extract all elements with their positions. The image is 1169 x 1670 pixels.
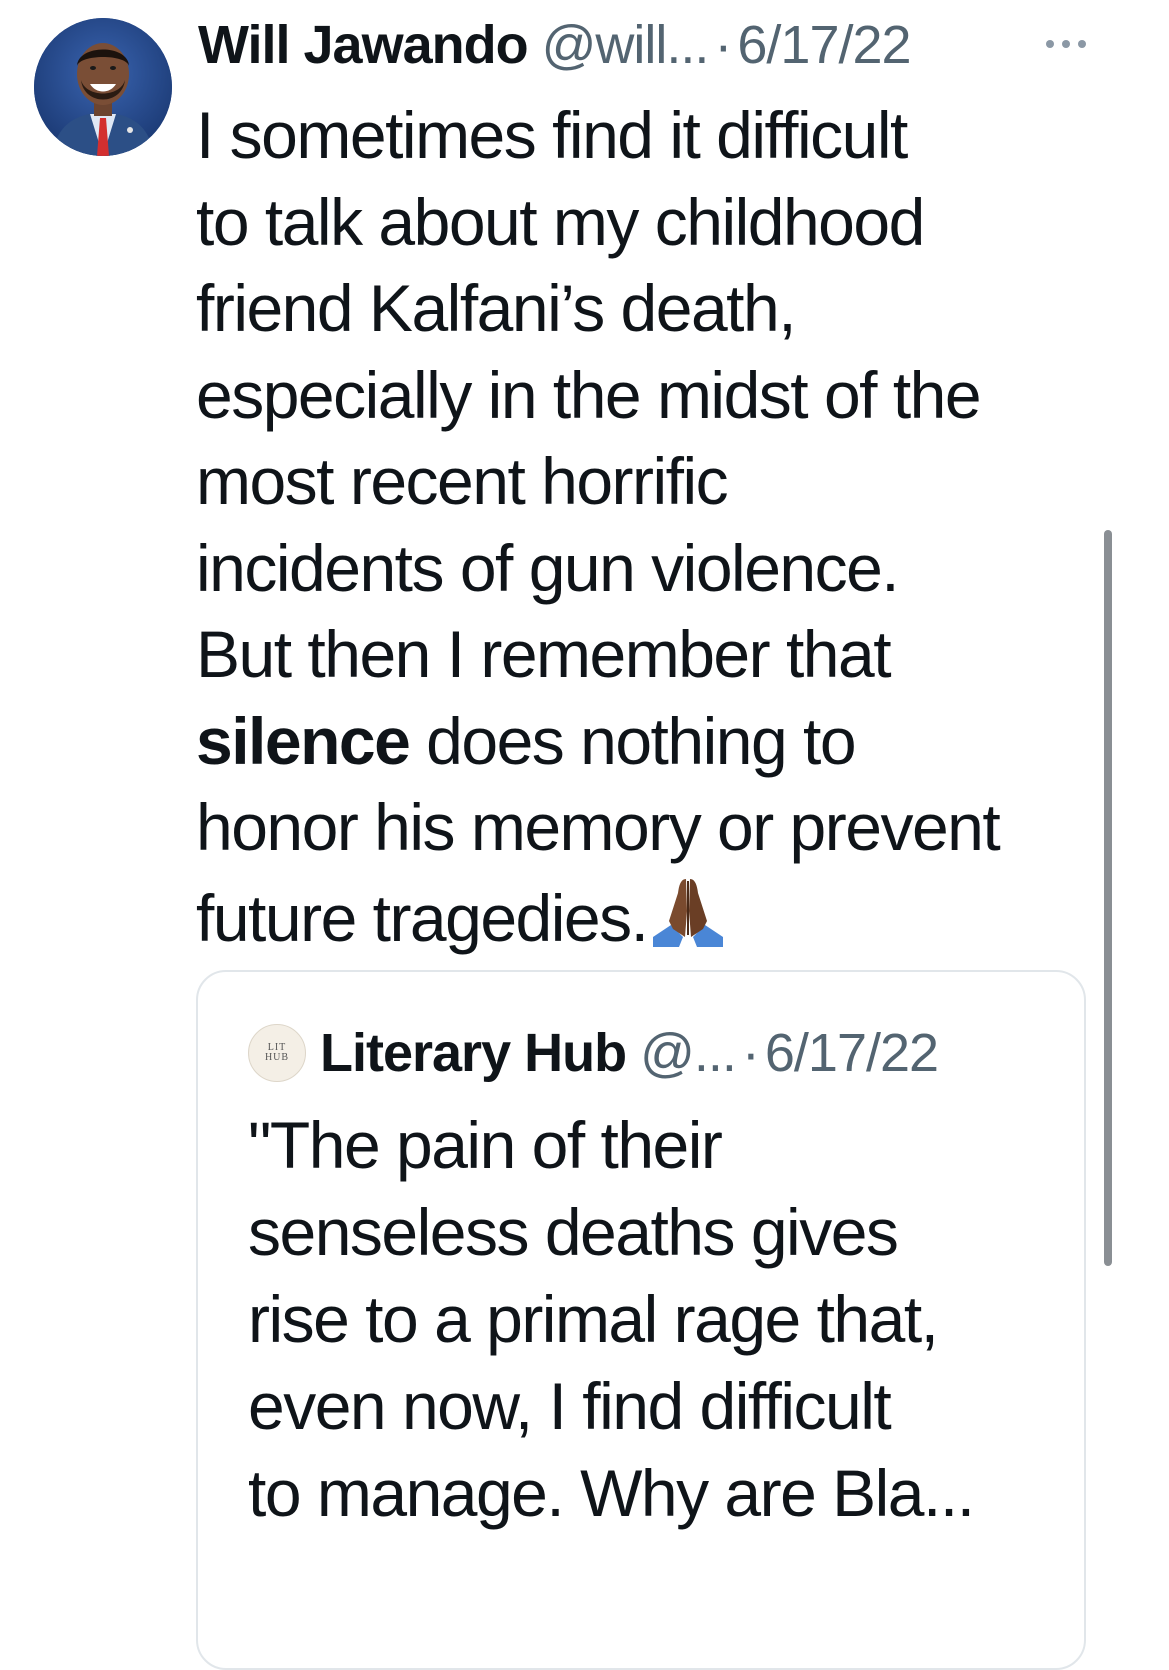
quoted-author-name[interactable]: Literary Hub (320, 1022, 627, 1084)
tweet-text-line: I sometimes find it difficult (196, 98, 908, 172)
quoted-text-line: "The pain of their (248, 1108, 723, 1182)
tweet-date[interactable]: 6/17/22 (737, 10, 911, 80)
tweet-text-fragment: future tragedies. (196, 880, 649, 955)
quoted-text-line: even now, I find difficult (248, 1369, 892, 1443)
separator-dot: · (741, 1023, 760, 1083)
tweet-text-line: to talk about my childhood (196, 184, 925, 259)
author-name[interactable]: Will Jawando (198, 10, 529, 80)
tweet-header: Will Jawando @will... · 6/17/22 (198, 10, 912, 80)
quoted-text-line: to manage. Why are Bla... (248, 1456, 975, 1530)
tweet-text: I sometimes find it difficult to talk ab… (196, 92, 1126, 961)
tweet-text-fragment: does nothing to (409, 703, 856, 778)
tweet-text-line: incidents of gun violence. (196, 530, 900, 605)
scrollbar[interactable] (1104, 530, 1112, 1266)
tweet-text-line: most recent horrific (196, 444, 729, 518)
more-options-icon[interactable] (1042, 38, 1090, 50)
tweet-text-line: friend Kalfani’s death, (196, 271, 797, 345)
quoted-tweet-text: "The pain of their senseless deaths give… (248, 1102, 1068, 1537)
author-handle[interactable]: @will... (542, 10, 710, 80)
quoted-text-line: rise to a primal rage that, (248, 1282, 939, 1356)
quoted-text-line: senseless deaths gives (248, 1195, 899, 1269)
quoted-tweet-card[interactable]: LIT HUB Literary Hub @... · 6/17/22 "The… (196, 970, 1086, 1670)
tweet-text-line: especially in the midst of the (196, 357, 982, 432)
tweet-text-line: But then I remember that (196, 617, 892, 691)
lithub-logo-text: HUB (264, 1052, 290, 1063)
quoted-author-handle[interactable]: @... (640, 1022, 737, 1084)
tweet-text-line: silence does nothing to (196, 698, 1126, 785)
quoted-tweet-header: LIT HUB Literary Hub @... · 6/17/22 (248, 1018, 939, 1088)
tweet[interactable]: Will Jawando @will... · 6/17/22 I someti… (0, 0, 1169, 1670)
tweet-text-line: future tragedies. (196, 871, 1126, 962)
quoted-author-avatar[interactable]: LIT HUB (248, 1024, 306, 1082)
author-avatar[interactable] (34, 18, 172, 156)
quoted-tweet-date[interactable]: 6/17/22 (765, 1022, 939, 1084)
avatar-photo (34, 18, 172, 156)
separator-dot: · (714, 15, 732, 75)
folded-hands-icon (653, 878, 724, 947)
tweet-text-line: honor his memory or prevent (196, 790, 1001, 864)
bold-word: silence (196, 703, 411, 778)
